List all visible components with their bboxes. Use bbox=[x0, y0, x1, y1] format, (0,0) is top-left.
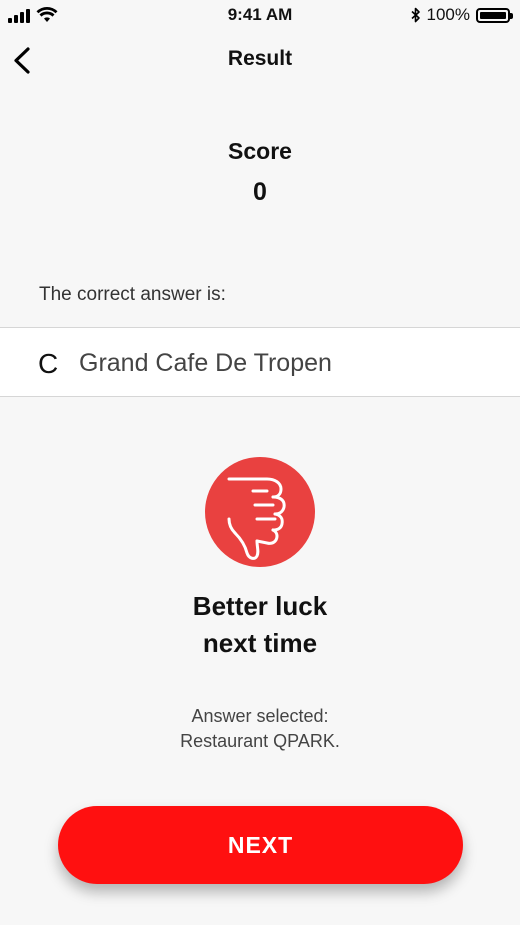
status-right: 100% bbox=[410, 5, 513, 25]
correct-answer-label: The correct answer is: bbox=[39, 284, 226, 305]
selected-answer-value: Restaurant QPARK. bbox=[180, 731, 340, 751]
battery-icon bbox=[476, 7, 513, 23]
next-button[interactable]: NEXT bbox=[58, 806, 463, 884]
score-value: 0 bbox=[253, 178, 267, 206]
selected-answer: Answer selected: Restaurant QPARK. bbox=[0, 704, 520, 754]
correct-answer-row: C Grand Cafe De Tropen bbox=[0, 327, 520, 397]
result-message-line1: Better luck bbox=[192, 591, 328, 621]
nav-bar: Result bbox=[0, 35, 520, 85]
thumbs-down-badge bbox=[205, 457, 315, 567]
answer-text: Grand Cafe De Tropen bbox=[79, 349, 332, 377]
selected-answer-label: Answer selected: bbox=[191, 706, 329, 726]
battery-percent: 100% bbox=[426, 5, 470, 24]
answer-letter: C bbox=[38, 348, 59, 379]
score-label: Score bbox=[228, 138, 292, 164]
result-message: Better luck next time bbox=[0, 588, 520, 662]
page-title: Result bbox=[227, 47, 293, 70]
bluetooth-icon bbox=[410, 7, 420, 23]
result-message-line2: next time bbox=[202, 628, 318, 658]
status-bar: 9:41 AM 100% bbox=[0, 0, 520, 30]
thumbs-down-icon bbox=[227, 477, 286, 560]
